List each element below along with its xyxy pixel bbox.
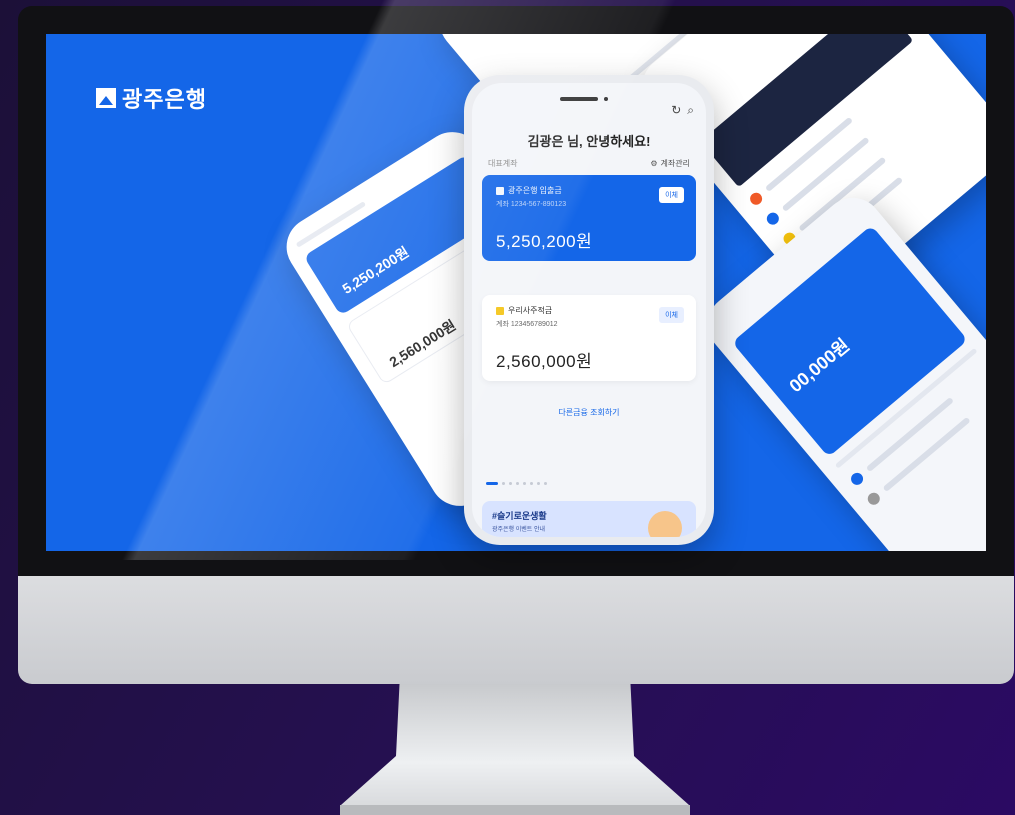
account-card[interactable]: 광주은행 입출금 계좌 1234-567-890123 5,250,200원 이… <box>482 175 696 261</box>
bank-logo-icon <box>96 88 116 108</box>
app-screen-right: 00,000원 <box>695 185 986 551</box>
account-name: 광주은행 입출금 <box>508 186 562 195</box>
account-amount: 2,560,000원 <box>496 352 593 371</box>
carousel-dot <box>537 482 540 485</box>
monitor-stand <box>340 684 690 815</box>
carousel-dot <box>502 482 505 485</box>
banner-description: 광주은행 이벤트 안내 <box>492 527 546 533</box>
settings-icon: ⚙ <box>650 159 658 168</box>
account-number: 계좌 123456789012 <box>496 321 558 328</box>
carousel-dot <box>516 482 519 485</box>
banner-illustration <box>648 511 682 537</box>
menu-icon <box>747 190 765 208</box>
carousel-dot-active <box>486 482 498 485</box>
right-amount: 00,000원 <box>785 334 854 397</box>
account-manage-button[interactable]: ⚙ 계좌관리 <box>650 158 690 169</box>
account-check-icon <box>496 186 504 195</box>
more-accounts-link[interactable]: 다른금융 조회하기 <box>472 407 706 418</box>
menu-icon <box>764 210 782 228</box>
search-icon[interactable]: ⌕ <box>687 103 694 118</box>
bank-logo[interactable]: 광주은행 <box>96 82 207 114</box>
monitor-chin <box>18 576 1014 684</box>
list-icon <box>865 490 883 508</box>
account-amount: 5,250,200원 <box>496 232 593 251</box>
account-number: 계좌 1234-567-890123 <box>496 201 567 208</box>
account-card[interactable]: 우리사주적금 계좌 123456789012 2,560,000원 이체 <box>482 295 696 381</box>
refresh-icon[interactable]: ↻ <box>671 103 681 118</box>
bank-name: 광주은행 <box>122 87 207 112</box>
monitor-stand-base <box>340 805 690 815</box>
carousel-dot <box>544 482 547 485</box>
section-label: 대표계좌 <box>488 159 518 168</box>
carousel-indicator[interactable] <box>486 482 692 485</box>
carousel-dot <box>523 482 526 485</box>
list-icon <box>848 470 866 488</box>
camera-dot <box>604 97 608 101</box>
speaker-notch <box>560 97 598 101</box>
carousel-dot <box>509 482 512 485</box>
account-name: 우리사주적금 <box>508 306 553 315</box>
account-manage-label: 계좌관리 <box>660 159 690 168</box>
promo-banner[interactable]: #슬기로운생활 광주은행 이벤트 안내 <box>482 501 696 537</box>
app-screen-main: ↻ ⌕ 김광은 님, 안녕하세요! 대표계좌 ⚙ 계좌관리 광주은행 입출금 계… <box>464 75 714 545</box>
account-check-icon <box>496 306 504 315</box>
greeting: 김광은 님, 안녕하세요! <box>527 134 651 149</box>
transfer-button[interactable]: 이체 <box>659 307 684 323</box>
carousel-dot <box>530 482 533 485</box>
transfer-button[interactable]: 이체 <box>659 187 684 203</box>
